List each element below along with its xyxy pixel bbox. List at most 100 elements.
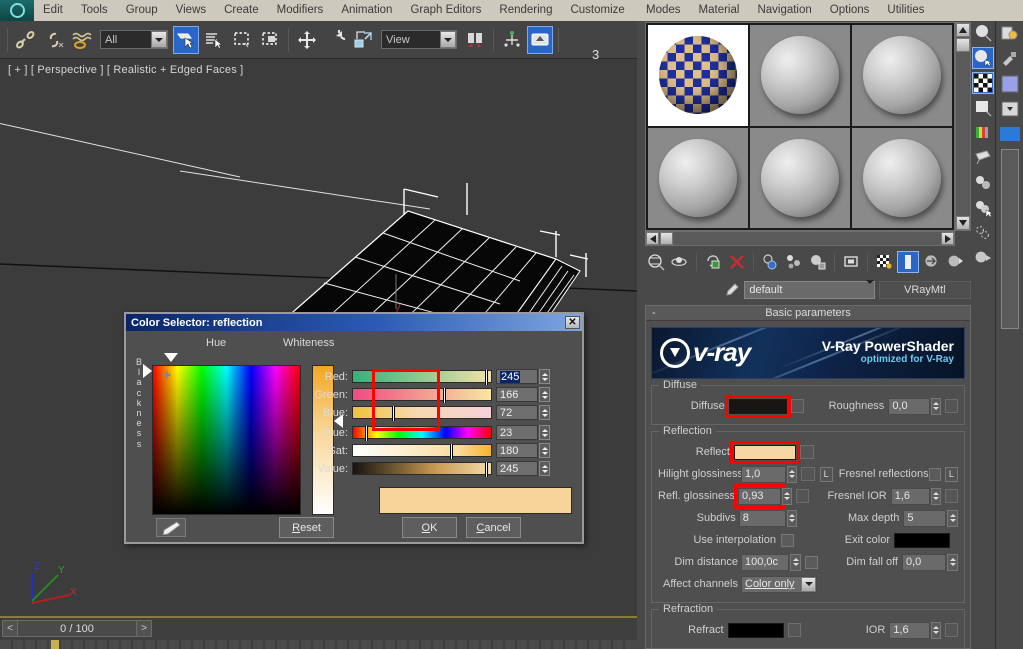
use-selection-center-icon[interactable] — [499, 26, 525, 54]
panel-scrollbar[interactable] — [1001, 149, 1019, 329]
scroll-up-icon[interactable] — [956, 23, 970, 37]
reset-button[interactable]: Reset — [279, 517, 334, 538]
unlink-icon[interactable] — [41, 26, 67, 54]
chevron-down-icon[interactable] — [151, 31, 167, 48]
me-menu-utilities[interactable]: Utilities — [878, 0, 933, 21]
bind-space-warp-icon[interactable] — [69, 26, 95, 54]
sample-uv-tiling-icon[interactable] — [972, 97, 994, 119]
material-slot-3[interactable] — [852, 25, 952, 126]
assign-material-icon[interactable] — [669, 251, 691, 273]
select-and-move-icon[interactable] — [294, 26, 320, 54]
green-slider[interactable] — [352, 388, 492, 403]
scroll-left-icon[interactable] — [646, 232, 659, 245]
material-slot-4[interactable] — [648, 127, 748, 228]
reset-map-icon[interactable] — [702, 251, 724, 273]
ior-value[interactable]: 1,6 — [889, 621, 930, 639]
rollout-header[interactable]: - Basic parameters — [646, 306, 970, 321]
hue-slider-marker[interactable] — [365, 426, 369, 441]
hue-saturation-field[interactable] — [152, 365, 301, 515]
get-material-icon[interactable] — [645, 251, 667, 273]
exit-color-swatch[interactable] — [894, 532, 950, 548]
diffuse-color-swatch[interactable] — [724, 394, 791, 418]
ok-button[interactable]: OK — [402, 517, 457, 538]
scroll-right-icon[interactable] — [941, 232, 954, 245]
dropdown-icon[interactable] — [999, 98, 1021, 120]
refl-glossiness-spinner[interactable] — [782, 487, 793, 505]
dialog-title-bar[interactable]: Color Selector: reflection ✕ — [126, 314, 582, 331]
reflect-map-button[interactable] — [800, 445, 814, 459]
color-panel-swatch[interactable] — [999, 73, 1021, 95]
hilight-glossiness-value[interactable]: 1,0 — [741, 465, 787, 483]
value-slider-marker[interactable] — [485, 462, 489, 477]
max-depth-spinner[interactable] — [947, 509, 959, 527]
material-slot-5[interactable] — [750, 127, 850, 228]
subdivs-value[interactable]: 8 — [738, 509, 786, 527]
selection-filter-combo[interactable]: All — [100, 30, 168, 49]
go-forward-sibling-icon[interactable] — [921, 251, 943, 273]
blue-input[interactable]: 72 — [496, 405, 538, 420]
cancel-button[interactable]: Cancel — [466, 517, 521, 538]
green-input[interactable]: 166 — [496, 387, 538, 402]
put-to-library-icon[interactable] — [759, 251, 781, 273]
affect-channels-dropdown[interactable]: Color only — [741, 575, 817, 593]
backlight-icon[interactable] — [972, 47, 994, 69]
select-and-rotate-icon[interactable] — [322, 26, 348, 54]
material-slot-2[interactable] — [750, 25, 850, 126]
select-and-scale-icon[interactable] — [350, 26, 376, 54]
link-icon[interactable] — [13, 26, 39, 54]
close-icon[interactable]: ✕ — [565, 316, 580, 329]
menu-item-tools[interactable]: Tools — [72, 0, 117, 21]
menu-item-edit[interactable]: Edit — [34, 0, 72, 21]
material-slot-6[interactable] — [852, 127, 952, 228]
rollout-toggle[interactable]: - — [652, 307, 656, 319]
snaps-toggle-icon[interactable] — [527, 25, 553, 54]
material-name-combo[interactable]: default — [744, 281, 875, 299]
slots-vertical-scrollbar[interactable] — [955, 22, 971, 231]
delete-material-icon[interactable] — [726, 251, 748, 273]
blue-slider-marker[interactable] — [391, 406, 395, 421]
dim-fall-off-value[interactable]: 0,0 — [902, 553, 946, 571]
time-next-button[interactable]: > — [136, 620, 152, 637]
use-interpolation-checkbox[interactable] — [781, 533, 794, 547]
make-preview-icon[interactable] — [945, 251, 967, 273]
menu-item-animation[interactable]: Animation — [332, 0, 401, 21]
hue-marker[interactable] — [164, 353, 178, 362]
chevron-down-icon[interactable] — [866, 284, 874, 296]
render-setup-icon[interactable] — [999, 48, 1021, 70]
subdivs-spinner[interactable] — [786, 509, 798, 527]
go-to-parent-icon[interactable] — [840, 251, 862, 273]
time-prev-button[interactable]: < — [2, 620, 18, 637]
show-shaded-material-icon[interactable] — [897, 251, 919, 273]
menu-item-customize[interactable]: Customize — [561, 0, 633, 21]
fresnel-lock-button[interactable]: L — [944, 466, 959, 482]
video-color-check-icon[interactable] — [972, 122, 994, 144]
scroll-down-icon[interactable] — [956, 216, 970, 230]
menu-item-views[interactable]: Views — [167, 0, 215, 21]
roughness-map-button[interactable] — [944, 399, 958, 413]
roughness-spinner[interactable] — [930, 397, 941, 415]
window-crossing-icon[interactable] — [257, 26, 283, 54]
hilight-glossiness-spinner[interactable] — [787, 465, 798, 483]
hilight-glossiness-lock-button[interactable]: L — [819, 466, 833, 482]
time-field[interactable]: < 0 / 100 > — [2, 620, 152, 637]
sat-slider-marker[interactable] — [449, 444, 453, 459]
color-crosshair-icon[interactable]: ✚ — [162, 371, 173, 382]
material-effects-channel-icon[interactable] — [783, 251, 805, 273]
eyedropper-icon[interactable] — [156, 518, 186, 537]
coordinate-system-combo[interactable]: View — [381, 30, 457, 49]
green-slider-marker[interactable] — [442, 388, 446, 403]
ior-map-button[interactable] — [945, 623, 958, 637]
color-selector-dialog[interactable]: Color Selector: reflection ✕ Hue Whitene… — [124, 312, 584, 544]
value-spinner[interactable] — [539, 461, 550, 476]
menu-item-group[interactable]: Group — [117, 0, 167, 21]
make-preview-icon[interactable] — [972, 147, 994, 169]
fresnel-ior-map-button[interactable] — [945, 489, 958, 503]
refract-map-button[interactable] — [788, 623, 802, 637]
hue-slider[interactable] — [352, 426, 492, 441]
me-menu-material[interactable]: Material — [690, 0, 749, 21]
green-spinner[interactable] — [539, 387, 550, 402]
blue-slider[interactable] — [352, 406, 492, 421]
material-id-channel-icon[interactable] — [972, 222, 994, 244]
menu-item-create[interactable]: Create — [215, 0, 268, 21]
ior-spinner[interactable] — [930, 621, 942, 639]
